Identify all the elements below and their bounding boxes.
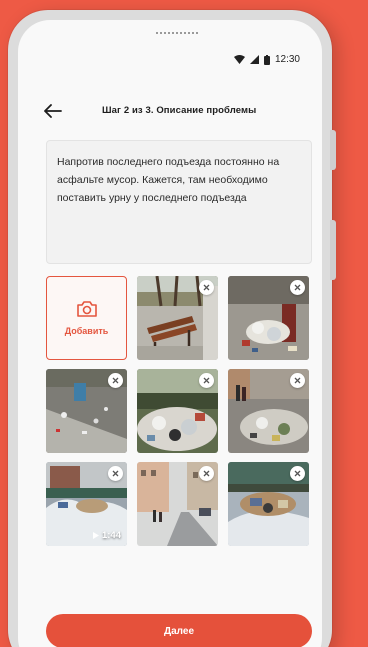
close-icon [112, 377, 119, 384]
remove-media-button[interactable] [199, 466, 214, 481]
media-thumbnail[interactable] [228, 369, 309, 453]
media-thumbnail[interactable] [137, 276, 218, 360]
video-duration-text: 1:44 [101, 530, 121, 541]
media-thumbnail[interactable] [137, 462, 218, 546]
remove-media-button[interactable] [290, 466, 305, 481]
media-video-thumbnail[interactable]: 1:44 [46, 462, 127, 546]
speaker-grille [156, 32, 198, 34]
remove-media-button[interactable] [108, 373, 123, 388]
problem-description-field[interactable]: Напротив последнего подъезда постоянно н… [46, 140, 312, 264]
remove-media-button[interactable] [290, 373, 305, 388]
close-icon [294, 470, 301, 477]
media-thumbnail[interactable] [137, 369, 218, 453]
add-photo-label: Добавить [64, 326, 109, 336]
wifi-icon [233, 55, 245, 64]
status-time: 12:30 [274, 54, 300, 65]
video-duration: 1:44 [92, 530, 121, 541]
back-arrow-icon[interactable] [44, 104, 62, 118]
page-title: Шаг 2 из 3. Описание проблемы [102, 105, 257, 116]
remove-media-button[interactable] [199, 373, 214, 388]
remove-media-button[interactable] [199, 280, 214, 295]
close-icon [203, 284, 210, 291]
camera-icon [76, 301, 97, 317]
signal-icon [249, 55, 259, 64]
next-button[interactable]: Далее [46, 614, 312, 647]
close-icon [203, 377, 210, 384]
remove-media-button[interactable] [290, 280, 305, 295]
media-thumbnail[interactable] [228, 276, 309, 360]
app-screen: 12:30 Шаг 2 из 3. Описание проблемы Напр… [18, 20, 322, 647]
close-icon [112, 470, 119, 477]
close-icon [203, 470, 210, 477]
page-header: Шаг 2 из 3. Описание проблемы [18, 100, 322, 124]
phone-frame: 12:30 Шаг 2 из 3. Описание проблемы Напр… [8, 10, 336, 647]
close-icon [294, 284, 301, 291]
phone-side-button [330, 130, 336, 170]
add-photo-button[interactable]: Добавить [46, 276, 127, 360]
battery-icon [263, 54, 270, 65]
phone-volume-button [330, 220, 336, 280]
status-bar: 12:30 [233, 54, 300, 65]
remove-media-button[interactable] [108, 466, 123, 481]
play-icon [92, 532, 99, 539]
close-icon [294, 377, 301, 384]
media-thumbnail[interactable] [46, 369, 127, 453]
media-grid: Добавить 1:44 [46, 276, 314, 546]
media-thumbnail[interactable] [228, 462, 309, 546]
